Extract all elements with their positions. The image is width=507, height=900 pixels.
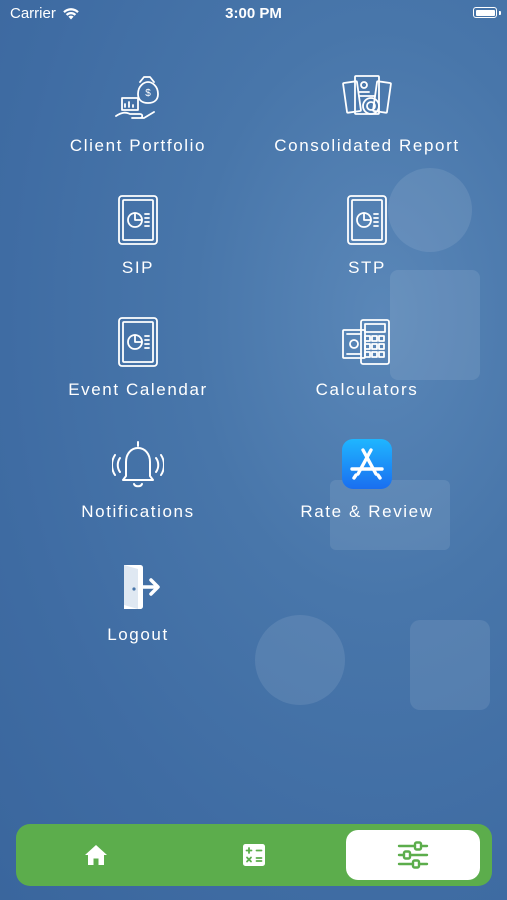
- calculator-icon: [243, 844, 265, 866]
- menu-label: Calculators: [315, 380, 419, 399]
- bottom-tab-bar: [16, 824, 492, 886]
- sliders-icon: [397, 841, 429, 869]
- home-icon: [85, 845, 107, 865]
- report-stack-icon: [342, 75, 392, 115]
- clock: 3:00 PM: [225, 5, 282, 22]
- pie-report-icon: [118, 195, 158, 245]
- menu-rate-review[interactable]: Rate & Review: [247, 438, 487, 522]
- menu-sip[interactable]: SIP: [18, 194, 258, 278]
- tab-calculator[interactable]: [204, 830, 304, 880]
- menu-stp[interactable]: STP: [247, 194, 487, 278]
- logout-door-icon: [124, 565, 160, 609]
- menu-label: Rate & Review: [300, 502, 434, 521]
- menu-calculators[interactable]: Calculators: [247, 316, 487, 400]
- menu-client-portfolio[interactable]: $ Client Portfolio: [18, 72, 258, 156]
- menu-logout[interactable]: Logout: [18, 561, 258, 645]
- menu-label: Event Calendar: [68, 380, 208, 399]
- tab-home[interactable]: [46, 830, 146, 880]
- menu-consolidated-report[interactable]: Consolidated Report: [247, 72, 487, 156]
- money-bag-chart-icon: $: [115, 76, 159, 119]
- menu-event-calendar[interactable]: Event Calendar: [18, 316, 258, 400]
- menu-label: SIP: [121, 258, 155, 277]
- menu-label: Notifications: [81, 502, 195, 521]
- menu-label: STP: [348, 258, 386, 277]
- bell-icon: [112, 441, 164, 488]
- pie-report-icon: [118, 317, 158, 367]
- status-bar: Carrier 3:00 PM: [0, 0, 507, 28]
- menu-label: Client Portfolio: [69, 136, 207, 155]
- svg-text:$: $: [145, 88, 151, 99]
- pie-report-icon: [347, 195, 387, 245]
- calculator-cash-icon: [342, 319, 390, 365]
- menu-label: Logout: [107, 625, 169, 644]
- tab-settings[interactable]: [346, 830, 480, 880]
- battery-icon: [473, 7, 497, 18]
- app-store-icon: [342, 439, 392, 489]
- battery-tip: [499, 11, 501, 15]
- menu-label: Consolidated Report: [274, 136, 460, 155]
- menu-notifications[interactable]: Notifications: [18, 438, 258, 522]
